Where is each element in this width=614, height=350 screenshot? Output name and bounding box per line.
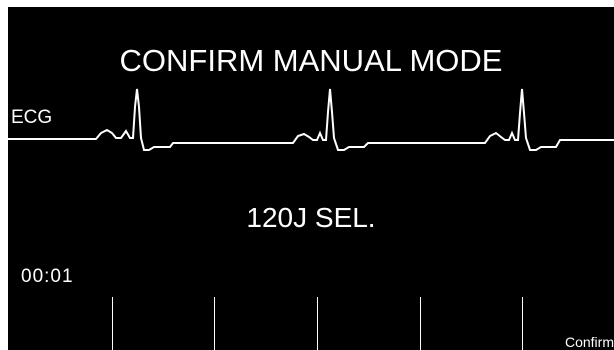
- softkey-1[interactable]: [112, 297, 214, 350]
- confirm-softkey[interactable]: Confirm: [522, 297, 614, 350]
- confirm-softkey-label: Confirm: [564, 334, 614, 350]
- softkey-3[interactable]: [317, 297, 419, 350]
- elapsed-time-readout: 00:01: [21, 266, 74, 287]
- monitor-screen: CONFIRM MANUAL MODE ECG 120J SEL. 00:01 …: [8, 7, 614, 350]
- ecg-waveform: [8, 88, 614, 151]
- softkey-2[interactable]: [214, 297, 316, 350]
- energy-selected-readout: 120J SEL.: [246, 202, 376, 233]
- softkey-4[interactable]: [420, 297, 522, 350]
